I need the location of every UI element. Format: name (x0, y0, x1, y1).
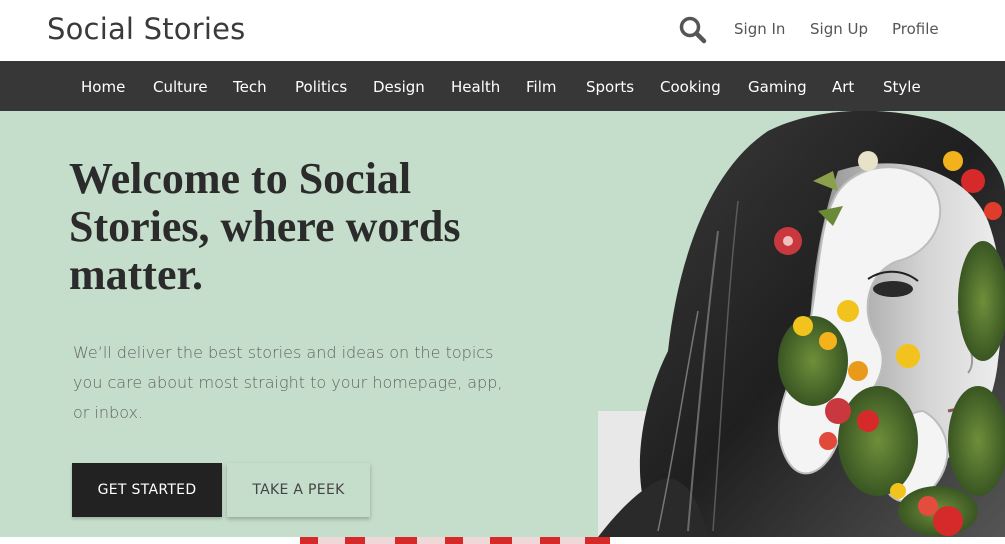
category-nav: Home Culture Tech Politics Design Health… (0, 61, 1005, 111)
nav-item-politics[interactable]: Politics (295, 78, 347, 96)
next-section-image-strip (300, 537, 610, 544)
nav-item-design[interactable]: Design (373, 78, 425, 96)
search-icon[interactable] (678, 15, 708, 45)
brand-logo[interactable]: Social Stories (47, 12, 245, 46)
get-started-button[interactable]: GET STARTED (72, 463, 222, 517)
nav-item-culture[interactable]: Culture (153, 78, 208, 96)
nav-item-tech[interactable]: Tech (233, 78, 267, 96)
nav-item-sports[interactable]: Sports (586, 78, 634, 96)
nav-item-style[interactable]: Style (883, 78, 921, 96)
nav-item-home[interactable]: Home (81, 78, 125, 96)
sign-up-link[interactable]: Sign Up (810, 20, 868, 38)
take-a-peek-button[interactable]: TAKE A PEEK (227, 463, 370, 517)
nav-item-cooking[interactable]: Cooking (660, 78, 721, 96)
hero-title: Welcome to Social Stories, where words m… (69, 154, 461, 299)
hero-subtitle: We’ll deliver the best stories and ideas… (73, 343, 503, 422)
nav-item-art[interactable]: Art (832, 78, 854, 96)
nav-item-gaming[interactable]: Gaming (748, 78, 807, 96)
hero-section: Welcome to Social Stories, where words m… (0, 111, 1005, 537)
top-header: Social Stories Sign In Sign Up Profile (0, 0, 1005, 61)
sign-in-link[interactable]: Sign In (734, 20, 785, 38)
nav-item-film[interactable]: Film (526, 78, 556, 96)
profile-link[interactable]: Profile (892, 20, 939, 38)
hero-collage-image (598, 111, 1005, 537)
nav-item-health[interactable]: Health (451, 78, 500, 96)
